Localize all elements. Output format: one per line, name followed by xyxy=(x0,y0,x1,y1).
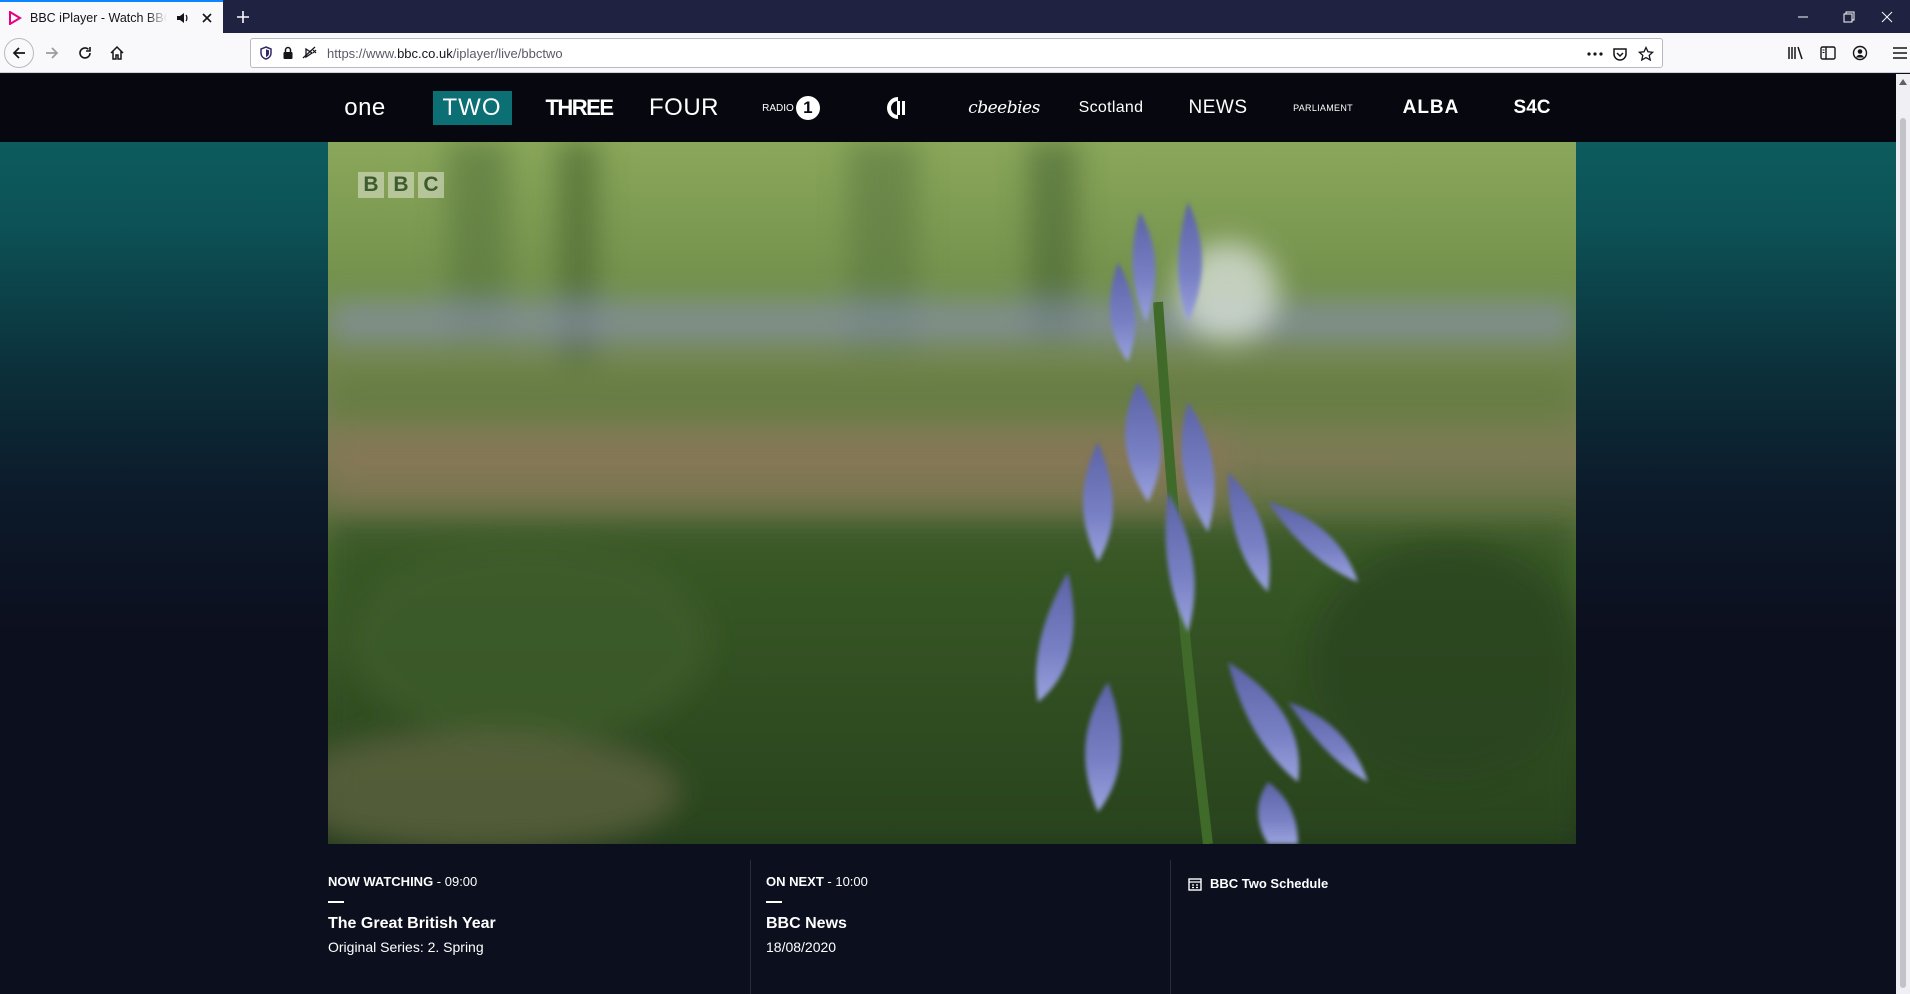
reload-icon xyxy=(79,47,91,59)
next-programme-date: 18/08/2020 xyxy=(766,939,837,955)
bbc-logo-letter: B xyxy=(358,172,384,198)
url-bar[interactable]: https://www.bbc.co.uk/iplayer/live/bbctw… xyxy=(250,38,1663,68)
hamburger-menu-icon xyxy=(1893,47,1907,59)
channel-bbc-scotland[interactable]: Scotland xyxy=(1070,74,1152,142)
schedule-panel: BBC Two Schedule xyxy=(1170,860,1570,994)
app-menu-button[interactable] xyxy=(1886,39,1910,67)
next-programme-title[interactable]: BBC News xyxy=(766,915,1170,933)
channel-bbc-one[interactable]: one xyxy=(330,74,400,142)
schedule-link[interactable]: BBC Two Schedule xyxy=(1188,876,1570,891)
tab-strip: BBC iPlayer - Watch BBC Two live xyxy=(0,0,1910,33)
video-frame-bluebell xyxy=(328,142,1576,844)
sidebar-icon xyxy=(1820,46,1836,60)
minimize-window-icon[interactable] xyxy=(1780,0,1826,33)
channel-bbc-two-label: TWO xyxy=(432,91,512,125)
bbc-logo-letter: C xyxy=(418,172,444,198)
channel-s4c[interactable]: S4C xyxy=(1500,74,1564,142)
tab-title: BBC iPlayer - Watch BBC Two live xyxy=(30,10,167,25)
tracking-protection-shield-icon[interactable] xyxy=(255,42,277,64)
channel-cbeebies[interactable]: cbeebies xyxy=(966,74,1042,142)
account-button[interactable] xyxy=(1846,39,1874,67)
autoplay-blocked-icon[interactable] xyxy=(299,42,321,64)
page-actions-menu-icon[interactable] xyxy=(1584,43,1606,65)
now-programme-subtitle: Original Series: 2. Spring xyxy=(328,939,484,955)
channel-bbc-two[interactable]: TWO xyxy=(432,74,512,142)
account-icon xyxy=(1852,45,1868,61)
scroll-up-arrow-icon[interactable] xyxy=(1898,77,1908,87)
bookmark-star-icon[interactable] xyxy=(1635,43,1657,65)
home-icon xyxy=(110,45,124,60)
on-next-label: ON NEXT - 10:00 xyxy=(766,874,868,889)
schedule-label: BBC Two Schedule xyxy=(1210,876,1329,891)
bbc-logo-letter: B xyxy=(388,172,414,198)
channel-bbc-news[interactable]: NEWS xyxy=(1180,74,1256,142)
close-window-icon[interactable] xyxy=(1864,0,1910,33)
iplayer-page: one TWO THREE FOUR RADIO 1 cbeebies Scot… xyxy=(0,74,1910,994)
home-button[interactable] xyxy=(103,39,131,67)
pocket-icon[interactable] xyxy=(1609,43,1631,65)
iplayer-favicon-icon xyxy=(9,10,22,25)
channel-bbc-three[interactable]: THREE xyxy=(544,74,614,142)
library-icon xyxy=(1788,46,1803,60)
now-watching-panel: NOW WATCHING - 09:00 The Great British Y… xyxy=(328,860,748,994)
video-player[interactable]: B B C xyxy=(328,142,1576,844)
back-button[interactable] xyxy=(4,38,34,68)
new-tab-button[interactable] xyxy=(232,6,254,28)
scrollbar-thumb[interactable] xyxy=(1900,118,1906,988)
bbc-watermark-logo: B B C xyxy=(358,172,444,198)
channel-cbbc[interactable] xyxy=(876,74,920,142)
radio-1-badge: 1 xyxy=(795,96,820,120)
url-text: https://www.bbc.co.uk/iplayer/live/bbctw… xyxy=(327,45,563,61)
now-watching-label: NOW WATCHING - 09:00 xyxy=(328,874,478,889)
radio-word: RADIO xyxy=(762,102,794,114)
sidebar-toggle-button[interactable] xyxy=(1814,39,1842,67)
forward-button[interactable] xyxy=(38,39,66,67)
divider-dash xyxy=(328,901,344,903)
on-next-panel: ON NEXT - 10:00 BBC News 18/08/2020 xyxy=(750,860,1170,994)
library-button[interactable] xyxy=(1782,39,1810,67)
now-programme-title[interactable]: The Great British Year xyxy=(328,915,748,933)
channel-navigation: one TWO THREE FOUR RADIO 1 cbeebies Scot… xyxy=(0,74,1910,142)
channel-bbc-alba[interactable]: ALBA xyxy=(1394,74,1468,142)
page-scrollbar[interactable] xyxy=(1896,74,1910,994)
cbbc-logo-icon xyxy=(887,97,905,119)
lock-icon[interactable] xyxy=(277,42,299,64)
speaker-icon[interactable] xyxy=(175,10,191,26)
arrow-right-icon xyxy=(46,47,59,59)
arrow-left-icon xyxy=(12,47,25,59)
close-tab-icon[interactable] xyxy=(199,10,215,26)
channel-radio-1[interactable]: RADIO 1 xyxy=(756,74,826,142)
browser-tab-active[interactable]: BBC iPlayer - Watch BBC Two live xyxy=(0,0,223,33)
channel-bbc-four[interactable]: FOUR xyxy=(648,74,720,142)
reload-button[interactable] xyxy=(71,39,99,67)
divider-dash xyxy=(766,901,782,903)
calendar-icon xyxy=(1188,877,1202,891)
channel-bbc-parliament[interactable]: PARLIAMENT xyxy=(1286,74,1360,142)
navigation-toolbar: https://www.bbc.co.uk/iplayer/live/bbctw… xyxy=(0,33,1910,73)
